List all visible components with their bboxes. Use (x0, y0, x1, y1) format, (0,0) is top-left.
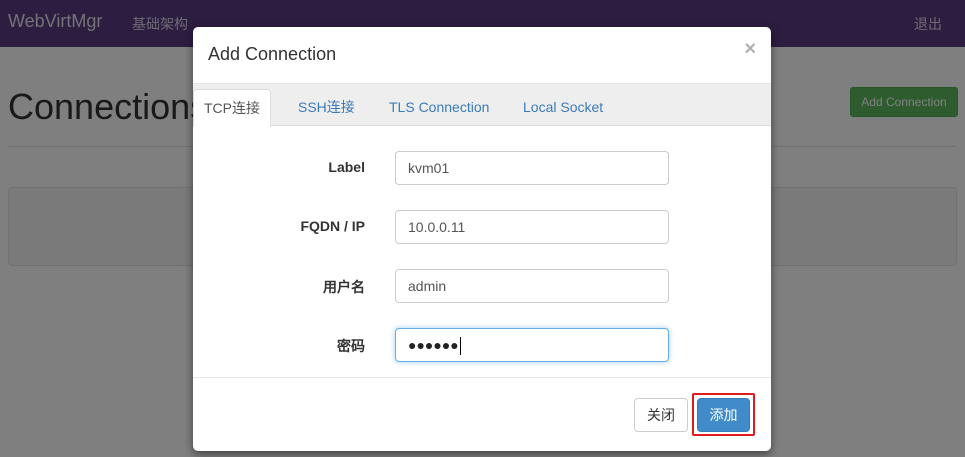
tab-ssh[interactable]: SSH连接 (288, 89, 365, 126)
tab-tls[interactable]: TLS Connection (379, 89, 499, 126)
tab-tcp[interactable]: TCP连接 (193, 89, 271, 127)
tab-local-socket[interactable]: Local Socket (513, 89, 613, 126)
password-input[interactable]: ●●●●●● (395, 328, 669, 362)
add-button[interactable]: 添加 (697, 398, 750, 432)
connection-type-tabs: TCP连接 SSH连接 TLS Connection Local Socket (193, 83, 771, 127)
fqdn-input[interactable] (395, 210, 669, 244)
username-field-label: 用户名 (323, 279, 365, 295)
password-field-label: 密码 (337, 338, 365, 354)
modal-title: Add Connection (208, 44, 337, 64)
username-input[interactable] (395, 269, 669, 303)
text-caret (459, 337, 461, 356)
close-icon[interactable]: × (744, 39, 756, 59)
add-button-highlight: 添加 (692, 393, 755, 436)
modal-footer: 关闭 添加 (193, 377, 771, 451)
label-field-label: Label (328, 159, 365, 175)
modal-header: Add Connection × (193, 27, 771, 83)
fqdn-field-label: FQDN / IP (300, 218, 365, 234)
label-input[interactable] (395, 151, 669, 185)
close-button[interactable]: 关闭 (634, 398, 688, 432)
password-masked-value: ●●●●●● (408, 337, 459, 353)
add-connection-modal: Add Connection × TCP连接 SSH连接 TLS Connect… (193, 27, 771, 451)
